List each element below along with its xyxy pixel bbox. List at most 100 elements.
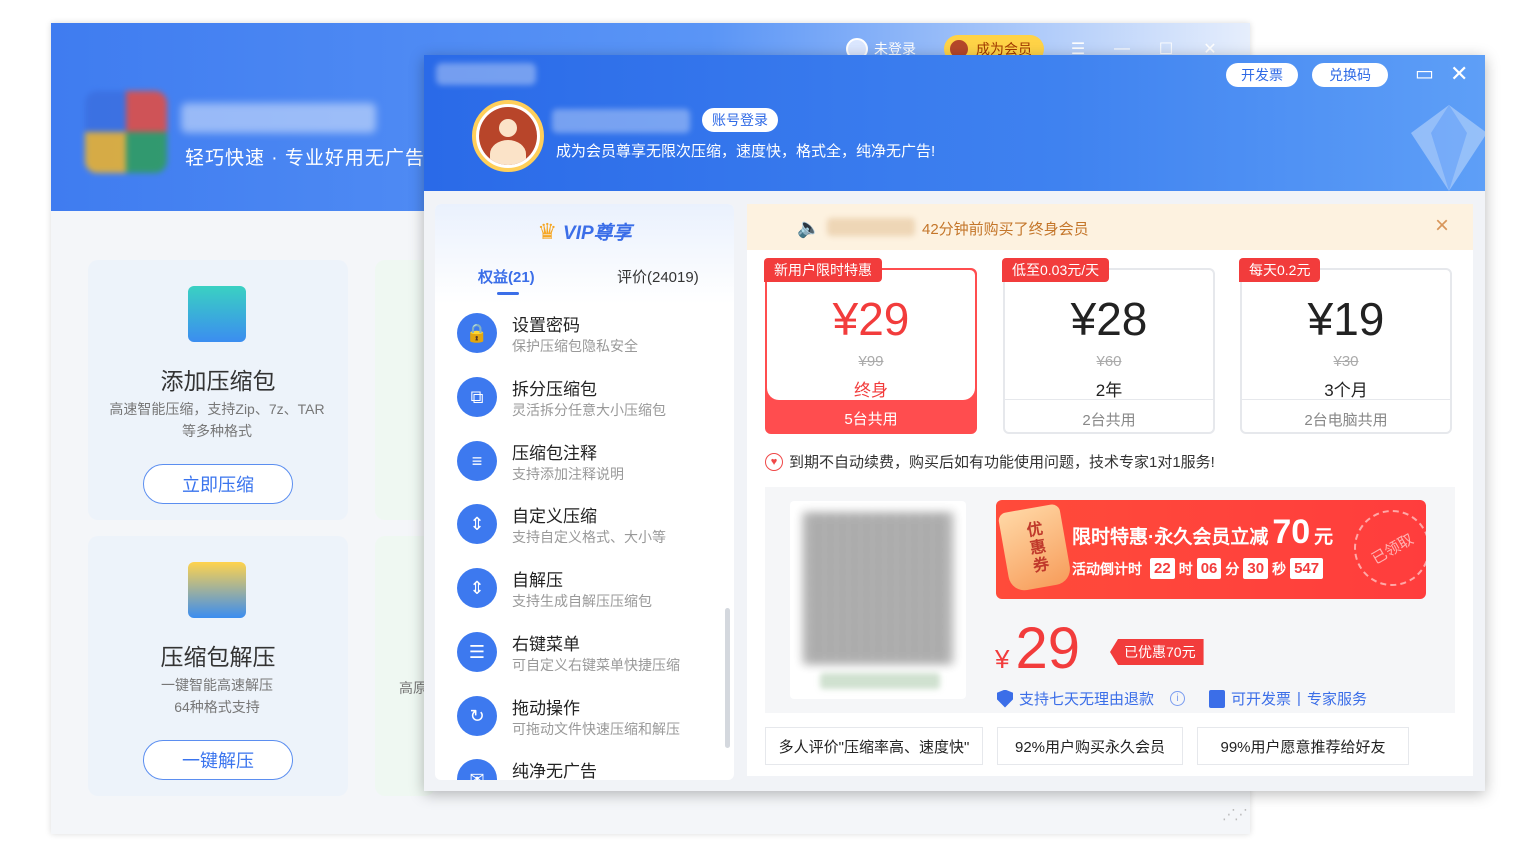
heart-icon: ♥ <box>765 452 783 471</box>
benefit-title: 设置密码 <box>512 316 580 335</box>
benefit-item: 🔒 设置密码 保护压缩包隐私安全 <box>457 308 717 362</box>
plan-3-months[interactable]: 每天0.2元 ¥19 ¥30 3个月 2台电脑共用 <box>1239 258 1452 434</box>
purchase-notice-bar: 🔈 42分钟前购买了终身会员 × <box>747 204 1473 250</box>
plan-tag: 低至0.03元/天 <box>1002 258 1110 282</box>
close-icon[interactable]: ✕ <box>1450 62 1468 86</box>
benefit-title: 自解压 <box>512 571 563 590</box>
review-tag: 92%用户购买永久会员 <box>997 727 1183 765</box>
benefits-panel: ♛ VIP尊享 权益(21) 评价(24019) 🔒 设置密码 保护压缩包隐私安… <box>435 204 734 780</box>
custom-compress-icon: ⇕ <box>457 504 497 544</box>
self-extract-icon: ⇕ <box>457 568 497 608</box>
tab-indicator <box>497 292 519 295</box>
speaker-icon: 🔈 <box>797 218 821 239</box>
benefit-title: 拖动操作 <box>512 699 580 718</box>
benefit-item: ≡ 压缩包注释 支持添加注释说明 <box>457 436 717 490</box>
countdown-seconds-unit: 秒 <box>1272 560 1287 577</box>
coupon-countdown: 活动倒计时 22 时 06 分 30 秒 547 <box>1072 558 1324 579</box>
plan-lifetime[interactable]: 新用户限时特惠 ¥29 ¥99 终身 5台共用 <box>764 258 977 434</box>
review-tag: 多人评价"压缩率高、速度快" <box>765 727 983 765</box>
lock-icon: 🔒 <box>457 313 497 353</box>
benefit-title: 拆分压缩包 <box>512 380 597 399</box>
info-icon[interactable]: i <box>1170 691 1186 706</box>
coupon-amount: 70 <box>1272 513 1311 551</box>
extract-now-button[interactable]: 一键解压 <box>143 740 293 780</box>
compress-now-button[interactable]: 立即压缩 <box>143 464 293 504</box>
vip-avatar <box>472 100 544 172</box>
vip-title: ♛ VIP尊享 <box>435 218 734 245</box>
countdown-ms: 547 <box>1290 558 1324 579</box>
extract-upload-icon <box>188 562 246 618</box>
plan-price: ¥29 <box>832 293 910 345</box>
guarantee-text: 到期不自动续费，购买后如有功能使用问题，技术专家1对1服务! <box>789 454 1215 471</box>
plan-device-share: 2台电脑共用 <box>1304 412 1388 429</box>
plan-original-price: ¥60 <box>1096 353 1122 370</box>
app-name-blurred <box>181 103 376 133</box>
link-separator: | <box>1297 690 1301 707</box>
plan-tag: 每天0.2元 <box>1239 258 1321 282</box>
plan-device-share: 5台共用 <box>844 411 898 428</box>
countdown-hours-unit: 时 <box>1178 560 1193 577</box>
coupon-badge: 优惠券 <box>997 503 1073 593</box>
close-notice-icon[interactable]: × <box>1435 212 1449 240</box>
app-logo <box>85 91 167 173</box>
plan-device-share: 2台共用 <box>1082 412 1136 429</box>
payment-methods-blurred <box>820 673 940 689</box>
resize-grip-icon[interactable]: ⋰⋰ <box>1222 806 1248 823</box>
expert-service-link[interactable]: 专家服务 <box>1307 688 1367 709</box>
benefits-scrollbar[interactable] <box>725 608 730 748</box>
countdown-minutes: 06 <box>1196 558 1222 579</box>
drag-icon: ↻ <box>457 696 497 736</box>
benefit-item: ↻ 拖动操作 可拖动文件快速压缩和解压 <box>457 691 717 745</box>
vip-app-logo-blurred <box>436 63 536 85</box>
plan-tag: 新用户限时特惠 <box>764 258 882 282</box>
benefit-desc: 支持自定义格式、大小等 <box>512 529 666 545</box>
coupon-banner: 优惠券 限时特惠·永久会员立减 70 元 活动倒计时 22 时 06 分 30 … <box>996 500 1426 599</box>
currency-symbol: ¥ <box>995 644 1010 674</box>
compress-card-title: 添加压缩包 <box>160 368 276 394</box>
qr-code-card <box>790 501 966 699</box>
benefit-item: ⇕ 自解压 支持生成自解压压缩包 <box>457 563 717 617</box>
compress-card-desc: 高速智能压缩，支持Zip、7z、TAR等多种格式 <box>109 401 325 439</box>
countdown-seconds: 30 <box>1243 558 1269 579</box>
notice-user-blurred <box>827 218 915 236</box>
shield-icon <box>997 689 1013 708</box>
refund-link[interactable]: 支持七天无理由退款 <box>1019 688 1154 709</box>
benefit-desc: 可自定义右键菜单快捷压缩 <box>512 657 680 673</box>
redeem-code-button[interactable]: 兑换码 <box>1312 63 1388 87</box>
extract-card-desc: 一键智能高速解压 64种格式支持 <box>161 677 273 715</box>
benefit-title: 纯净无广告 <box>512 762 597 780</box>
plan-2-years[interactable]: 低至0.03元/天 ¥28 ¥60 2年 2台共用 <box>1002 258 1215 434</box>
payment-box: 优惠券 限时特惠·永久会员立减 70 元 活动倒计时 22 时 06 分 30 … <box>765 487 1455 713</box>
final-price: ¥ 29 <box>995 615 1080 682</box>
countdown-hours: 22 <box>1150 558 1175 579</box>
claimed-stamp: 已领取 <box>1340 500 1426 599</box>
plan-original-price: ¥99 <box>858 353 884 370</box>
benefit-desc: 可拖动文件快速压缩和解压 <box>512 721 680 737</box>
benefit-desc: 灵活拆分任意大小压缩包 <box>512 402 666 418</box>
discount-badge: 已优惠70元 <box>1110 639 1204 665</box>
compress-download-icon <box>188 286 246 342</box>
invoice-link[interactable]: 可开发票 <box>1231 688 1291 709</box>
invoice-button[interactable]: 开发票 <box>1226 63 1298 87</box>
comment-icon: ≡ <box>457 441 497 481</box>
extract-card: 压缩包解压 一键智能高速解压 64种格式支持 一键解压 <box>88 536 348 796</box>
vip-title-label: VIP尊享 <box>563 223 632 244</box>
tab-benefits[interactable]: 权益(21) <box>478 266 535 287</box>
vip-username-blurred <box>552 109 690 133</box>
diamond-icon <box>1411 105 1485 191</box>
coupon-title-text: 限时特惠·永久会员立减 <box>1072 527 1269 548</box>
feedback-icon[interactable]: ▭ <box>1415 62 1434 86</box>
tab-reviews[interactable]: 评价(24019) <box>617 266 699 287</box>
benefit-item: ✉ 纯净无广告 <box>457 754 717 780</box>
pay-links: 支持七天无理由退款 i 可开发票 | 专家服务 <box>997 688 1367 709</box>
partial-card-text: 高原 <box>399 680 427 696</box>
payment-qr-code <box>804 513 952 663</box>
benefit-title: 自定义压缩 <box>512 507 597 526</box>
plan-price: ¥28 <box>1070 293 1148 345</box>
benefit-item: ⧉ 拆分压缩包 灵活拆分任意大小压缩包 <box>457 372 717 426</box>
account-login-button[interactable]: 账号登录 <box>702 108 778 132</box>
coupon-title: 限时特惠·永久会员立减 70 元 <box>1072 513 1333 552</box>
benefit-title: 压缩包注释 <box>512 444 597 463</box>
plan-original-price: ¥30 <box>1333 353 1359 370</box>
countdown-label: 活动倒计时 <box>1072 560 1142 577</box>
